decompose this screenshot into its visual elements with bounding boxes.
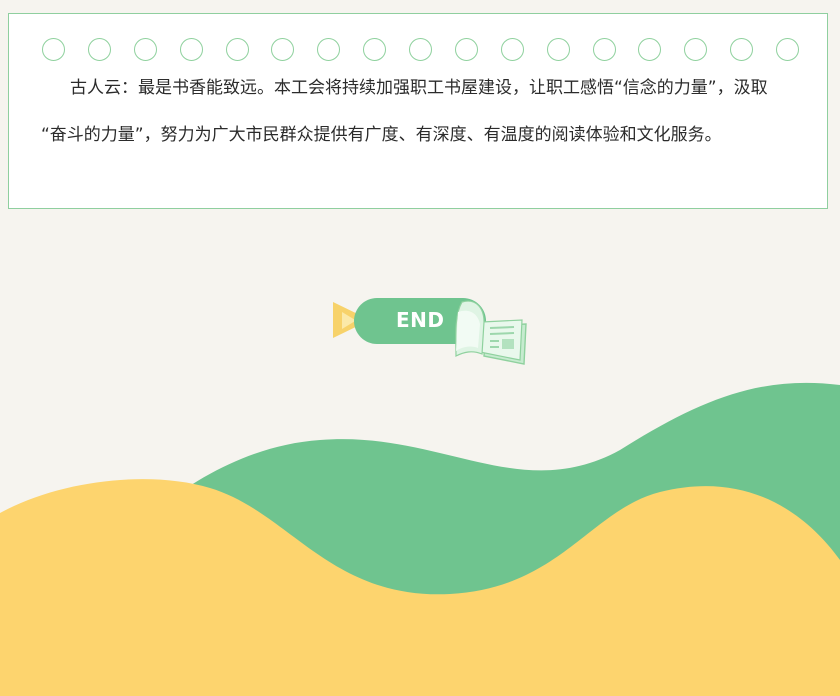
- paragraph-line-2: “奋斗的力量”，努力为广大市民群众提供有广度、有深度、有温度的阅读体验和文化服务…: [41, 125, 722, 145]
- binder-ring: [87, 38, 111, 61]
- binder-ring: [133, 38, 157, 61]
- end-label: END: [396, 308, 445, 332]
- wave-decoration: [0, 382, 840, 696]
- notebook-card: 古人云：最是书香能致远。本工会将持续加强职工书屋建设，让职工感悟“信念的力量”，…: [8, 13, 828, 209]
- end-badge: END: [330, 296, 530, 371]
- binder-ring: [271, 38, 295, 61]
- binder-ring: [684, 38, 708, 61]
- binder-ring: [454, 38, 478, 61]
- binder-ring: [546, 38, 570, 61]
- binder-ring: [225, 38, 249, 61]
- binder-ring: [592, 38, 616, 61]
- binder-ring: [638, 38, 662, 61]
- binder-ring: [776, 38, 799, 61]
- binder-ring: [363, 38, 387, 61]
- binder-ring: [409, 38, 432, 61]
- open-book-icon: [455, 300, 527, 365]
- binder-ring: [500, 38, 524, 61]
- binder-ring: [730, 38, 754, 61]
- binder-ring-row: [42, 38, 799, 64]
- binder-ring: [42, 38, 65, 61]
- binder-ring: [179, 38, 203, 61]
- binder-ring: [317, 38, 341, 61]
- paragraph-line-1: 古人云：最是书香能致远。本工会将持续加强职工书屋建设，让职工感悟“信念的力量”，…: [70, 78, 768, 98]
